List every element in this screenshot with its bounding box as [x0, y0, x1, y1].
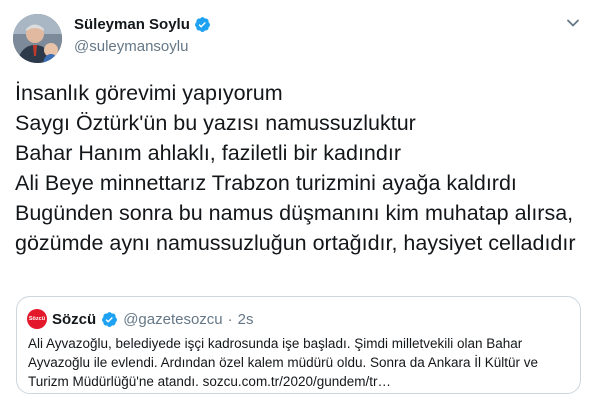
tweet-card: Süleyman Soylu @suleymansoylu İnsanlık g…: [0, 0, 597, 405]
quoted-author-name: Sözcü: [52, 310, 97, 328]
quoted-author-handle: @gazetesozcu: [123, 310, 223, 328]
author-avatar[interactable]: [13, 14, 62, 63]
tweet-text: İnsanlık görevimi yapıyorum Saygı Öztürk…: [15, 81, 576, 255]
chevron-down-icon[interactable]: [566, 16, 580, 30]
author-name[interactable]: Süleyman Soylu: [74, 16, 190, 33]
author-handle[interactable]: @suleymansoylu: [74, 38, 188, 55]
quoted-tweet-header: Sözcü Sözcü @gazetesozcu · 2s: [27, 309, 253, 329]
separator-dot: ·: [227, 310, 233, 328]
quoted-tweet[interactable]: Sözcü Sözcü @gazetesozcu · 2s Ali Ayvazo…: [16, 296, 581, 394]
verified-badge-icon: [194, 17, 210, 32]
verified-badge-icon: [102, 311, 118, 327]
quoted-timestamp[interactable]: 2s: [238, 311, 254, 328]
sozcu-logo-icon: Sözcü: [27, 309, 47, 329]
quoted-tweet-text: Ali Ayvazoğlu, belediyede işçi kadrosund…: [28, 336, 539, 389]
profile-photo-icon: [13, 14, 62, 63]
author-name-row: Süleyman Soylu: [74, 16, 211, 33]
